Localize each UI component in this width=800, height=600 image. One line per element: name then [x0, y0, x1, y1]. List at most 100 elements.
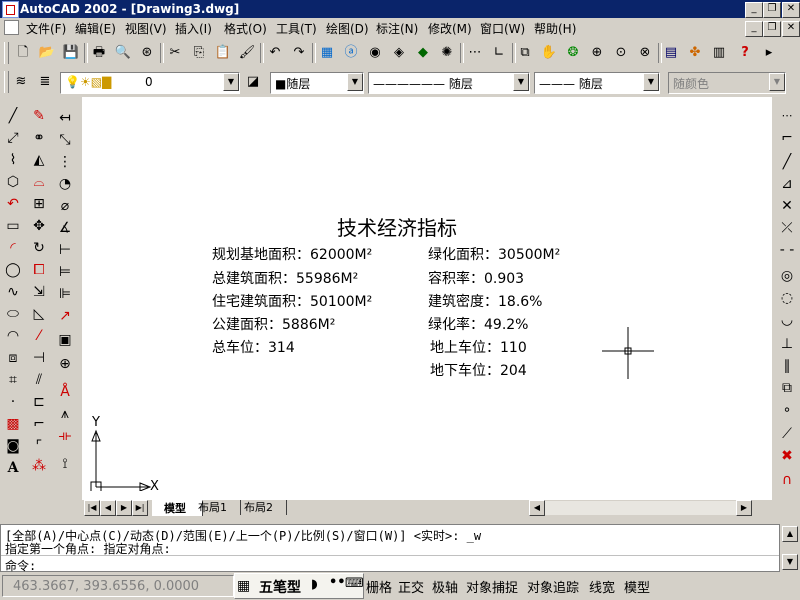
toolbar-grip[interactable] — [4, 42, 9, 64]
offset-icon[interactable]: ⌓ — [28, 171, 50, 193]
rectangle-icon[interactable]: ▭ — [2, 215, 24, 237]
snap-parallel-icon[interactable]: ∥ — [776, 355, 798, 377]
command-window[interactable]: [全部(A)/中心点(C)/动态(D)/范围(E)/上一个(P)/比例(S)/窗… — [0, 524, 780, 573]
lengthen-icon[interactable]: ◺ — [28, 303, 50, 325]
document-icon[interactable] — [4, 20, 19, 35]
snap-from-icon[interactable]: ⌐ — [776, 127, 798, 149]
menu-dimension[interactable]: 标注(N) — [376, 20, 418, 37]
pan-icon[interactable]: ⧉ — [514, 42, 536, 64]
print-preview-icon[interactable]: 🔍 — [112, 42, 134, 64]
chevron-down-icon[interactable]: ▼ — [769, 73, 785, 91]
scroll-down-icon[interactable]: ▼ — [782, 554, 798, 570]
match-properties-icon[interactable]: 🖌 — [236, 42, 258, 64]
baseline-dim-icon[interactable]: ⊨ — [54, 261, 76, 283]
snap-none-icon[interactable]: ✖ — [776, 445, 798, 467]
toggle-polar[interactable]: 极轴 — [432, 577, 458, 596]
layer-previous-icon[interactable]: ◪ — [242, 71, 264, 93]
region-icon[interactable]: ◙ — [2, 435, 24, 457]
toggle-osnap[interactable]: 对象捕捉 — [466, 577, 518, 596]
print-icon[interactable]: 🖶 — [88, 42, 110, 64]
continue-dim-icon[interactable]: ⊫ — [54, 283, 76, 305]
arc2-icon[interactable]: ◜ — [2, 237, 24, 259]
copy-icon[interactable]: ⎘ — [188, 42, 210, 64]
erase-icon[interactable]: ✎ — [28, 105, 50, 127]
ordinate-dim-icon[interactable]: ⋮ — [54, 151, 76, 173]
move-icon[interactable]: ✥ — [28, 215, 50, 237]
chevron-down-icon[interactable]: ▼ — [347, 73, 363, 91]
spline-icon[interactable]: ∿ — [2, 281, 24, 303]
menu-draw[interactable]: 绘图(D) — [326, 20, 369, 37]
first-tab-icon[interactable]: |◀ — [84, 500, 100, 516]
break-icon[interactable]: ⫽ — [28, 369, 50, 391]
snap-insert-icon[interactable]: ⧉ — [776, 377, 798, 399]
scroll-up-icon[interactable]: ▲ — [782, 526, 798, 542]
array-icon[interactable]: ⊞ — [28, 193, 50, 215]
menu-format[interactable]: 格式(O) — [224, 20, 267, 37]
chevron-down-icon[interactable]: ▼ — [513, 73, 529, 91]
prev-tab-icon[interactable]: ◀ — [100, 500, 116, 516]
toggle-ortho[interactable]: 正交 — [398, 577, 424, 596]
snap-nearest-icon[interactable]: ⟋ — [776, 423, 798, 445]
point-filter-icon[interactable]: ✺ — [436, 42, 458, 64]
hscroll-track[interactable] — [545, 501, 748, 515]
minimize-button[interactable]: _ — [745, 2, 763, 18]
diameter-dim-icon[interactable]: ⌀ — [54, 195, 76, 217]
zoom-realtime-icon[interactable]: ⊕ — [586, 42, 608, 64]
ime-bar[interactable]: ▦ 五笔型 ◗ •• ⌨ — [234, 573, 364, 599]
object-snap-icon[interactable]: ⋯ — [464, 42, 486, 64]
lineweight-dropdown[interactable]: ——— 随层 ▼ — [534, 72, 660, 94]
hatch-icon[interactable]: ▩ — [2, 413, 24, 435]
leader-icon[interactable]: ↗ — [54, 305, 76, 327]
design-center-icon[interactable]: ▦ — [316, 42, 338, 64]
radius-dim-icon[interactable]: ◔ — [54, 173, 76, 195]
help-icon[interactable]: ? — [734, 42, 756, 64]
linetype-dropdown[interactable]: —————— 随层 ▼ — [368, 72, 530, 94]
close-button[interactable]: ✕ — [782, 2, 800, 18]
ime-halfwidth-icon[interactable]: ◗ — [311, 577, 318, 592]
angular-dim-icon[interactable]: ∡ — [54, 217, 76, 239]
menu-modify[interactable]: 修改(M) — [428, 20, 472, 37]
layer-dropdown[interactable]: 💡☀▧▇ 0 ▼ — [60, 72, 240, 94]
point-icon[interactable]: · — [2, 391, 24, 413]
toggle-otrack[interactable]: 对象追踪 — [527, 577, 579, 596]
color-dropdown[interactable]: ■随层 ▼ — [270, 72, 364, 94]
publish-web-icon[interactable]: ◆ — [412, 42, 434, 64]
mirror-icon[interactable]: ◭ — [28, 149, 50, 171]
snap-midpoint-icon[interactable]: ⊿ — [776, 173, 798, 195]
paste-icon[interactable]: 📋 — [212, 42, 234, 64]
snap-node-icon[interactable]: ∘ — [776, 399, 798, 421]
menu-tools[interactable]: 工具(T) — [276, 20, 317, 37]
construction-line-icon[interactable]: ⤢ — [2, 127, 24, 149]
menu-view[interactable]: 视图(V) — [125, 20, 167, 37]
save-icon[interactable]: 💾 — [60, 42, 82, 64]
ucs-icon[interactable]: ∟ — [488, 42, 510, 64]
autocad-app-icon[interactable] — [2, 1, 19, 18]
tab-layout1[interactable]: 布局1 — [192, 500, 241, 515]
zoom-window-icon[interactable]: ⊙ — [610, 42, 632, 64]
temp-track-icon[interactable]: ⋯ — [776, 105, 798, 127]
toggle-grid[interactable]: 栅格 — [366, 577, 392, 596]
make-block-icon[interactable]: ⌗ — [2, 369, 24, 391]
fillet2-icon[interactable]: ⌜ — [28, 435, 50, 457]
snap-extension-icon[interactable]: - - — [776, 239, 798, 261]
dim-text-edit-icon[interactable]: ⩚ — [54, 403, 76, 425]
fillet-icon[interactable]: ⌐ — [28, 413, 50, 435]
scale-icon[interactable]: ⧠ — [28, 259, 50, 281]
polyline-icon[interactable]: ⌇ — [2, 149, 24, 171]
line-icon[interactable]: ╱ — [2, 105, 24, 127]
tab-layout2[interactable]: 布局2 — [238, 500, 287, 515]
osnap-settings-icon[interactable]: ∩ — [776, 469, 798, 491]
make-current-layer-icon[interactable]: ≣ — [34, 71, 56, 93]
aligned-dim-icon[interactable]: ⤡ — [54, 129, 76, 151]
center-mark-icon[interactable]: ⊕ — [54, 353, 76, 375]
hscroll-left-icon[interactable]: ◀ — [529, 500, 545, 516]
zoom-previous-icon[interactable]: ⊗ — [634, 42, 656, 64]
snap-intersection-icon[interactable]: ✕ — [776, 195, 798, 217]
drawing-canvas[interactable]: 技术经济指标 规划基地面积：62000M² 总建筑面积：55986M² 住宅建筑… — [82, 97, 772, 500]
properties-icon[interactable]: ▤ — [660, 42, 682, 64]
ime-keyboard-icon[interactable]: ⌨ — [345, 576, 364, 591]
text-icon[interactable]: A — [2, 457, 24, 479]
next-tab-icon[interactable]: ▶ — [116, 500, 132, 516]
doc-minimize-button[interactable]: _ — [745, 21, 763, 37]
doc-close-button[interactable]: ✕ — [782, 21, 800, 37]
